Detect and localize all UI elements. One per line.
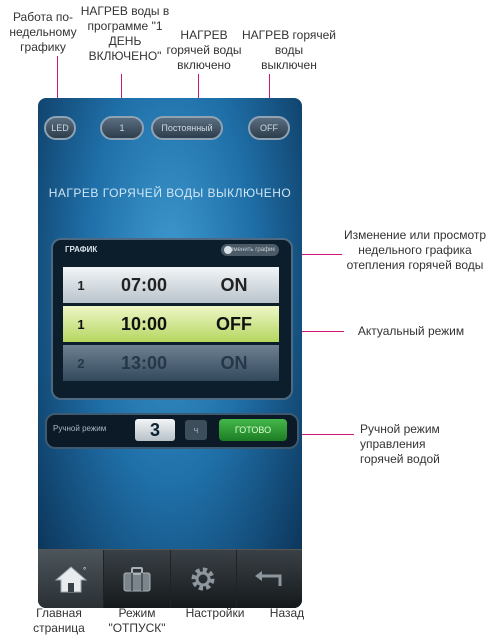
bottom-nav: ° <box>38 549 302 608</box>
heating-off-pill[interactable]: OFF <box>248 116 290 140</box>
row-state: ON <box>220 352 248 373</box>
callout-home: Главная страница <box>33 606 85 635</box>
gear-icon <box>191 567 215 591</box>
manual-duration-value[interactable]: 3 <box>135 419 175 441</box>
row-state: OFF <box>216 313 252 334</box>
row-day: 1 <box>77 316 85 332</box>
schedule-row-active[interactable]: 1 10:00 OFF <box>63 306 279 342</box>
callout-back: Назад <box>269 606 305 620</box>
back-arrow-icon <box>255 571 282 586</box>
callout-settings: Настройки <box>185 606 245 620</box>
led-indicator: LED <box>44 116 76 140</box>
row-time: 10:00 <box>120 313 168 334</box>
toggle-knob-icon <box>224 246 232 254</box>
row-time: 07:00 <box>120 274 168 295</box>
nav-vacation[interactable] <box>104 550 171 608</box>
nav-home[interactable]: ° <box>38 550 105 608</box>
callout-weekly-schedule: Работа по- недельному графику <box>9 10 77 54</box>
nav-settings[interactable] <box>171 550 237 608</box>
row-day: 2 <box>77 355 85 371</box>
manual-mode-panel: Ручной режим 3 ч ГОТОВО <box>45 413 299 449</box>
callout-one-day-program: НАГРЕВ воды в программе "1 ДЕНЬ ВКЛЮЧЕНО… <box>80 4 170 63</box>
nav-back[interactable] <box>237 550 302 608</box>
callout-edit-schedule: Изменение или просмотр недельного график… <box>343 228 487 272</box>
row-time: 13:00 <box>120 352 168 373</box>
program-day-indicator[interactable]: 1 <box>100 116 144 140</box>
device-screen: LED 1 Постоянный OFF НАГРЕВ ГОРЯЧЕЙ ВОДЫ… <box>38 98 302 608</box>
svg-text:°: ° <box>83 566 86 575</box>
row-state: ON <box>220 274 248 295</box>
schedule-title: ГРАФИК <box>65 245 98 254</box>
row-day: 1 <box>77 277 85 293</box>
status-heading: НАГРЕВ ГОРЯЧЕЙ ВОДЫ ВЫКЛЮЧЕНО <box>48 186 292 200</box>
callout-vacation: Режим "ОТПУСК" <box>108 606 166 635</box>
callout-heating-on: НАГРЕВ горячей воды включено <box>166 28 242 72</box>
schedule-panel: ГРАФИК Изменить график 1 07:00 ON 1 10:0… <box>51 238 293 400</box>
edit-schedule-label: Изменить график <box>226 247 275 253</box>
schedule-row[interactable]: 1 07:00 ON <box>63 267 279 303</box>
edit-schedule-button[interactable]: Изменить график <box>221 244 279 256</box>
callout-actual-mode: Актуальный режим <box>357 324 465 338</box>
manual-ok-button[interactable]: ГОТОВО <box>219 419 287 441</box>
manual-duration-unit[interactable]: ч <box>185 420 207 440</box>
heating-mode-pill[interactable]: Постоянный <box>151 116 223 140</box>
manual-mode-label: Ручной режим <box>53 424 107 433</box>
callout-heating-off: НАГРЕВ горячей воды выключен <box>242 28 336 72</box>
home-icon: ° <box>54 566 87 593</box>
schedule-row[interactable]: 2 13:00 ON <box>63 345 279 381</box>
callout-manual-mode: Ручной режим управления горячей водой <box>360 422 440 466</box>
suitcase-icon <box>123 567 151 592</box>
